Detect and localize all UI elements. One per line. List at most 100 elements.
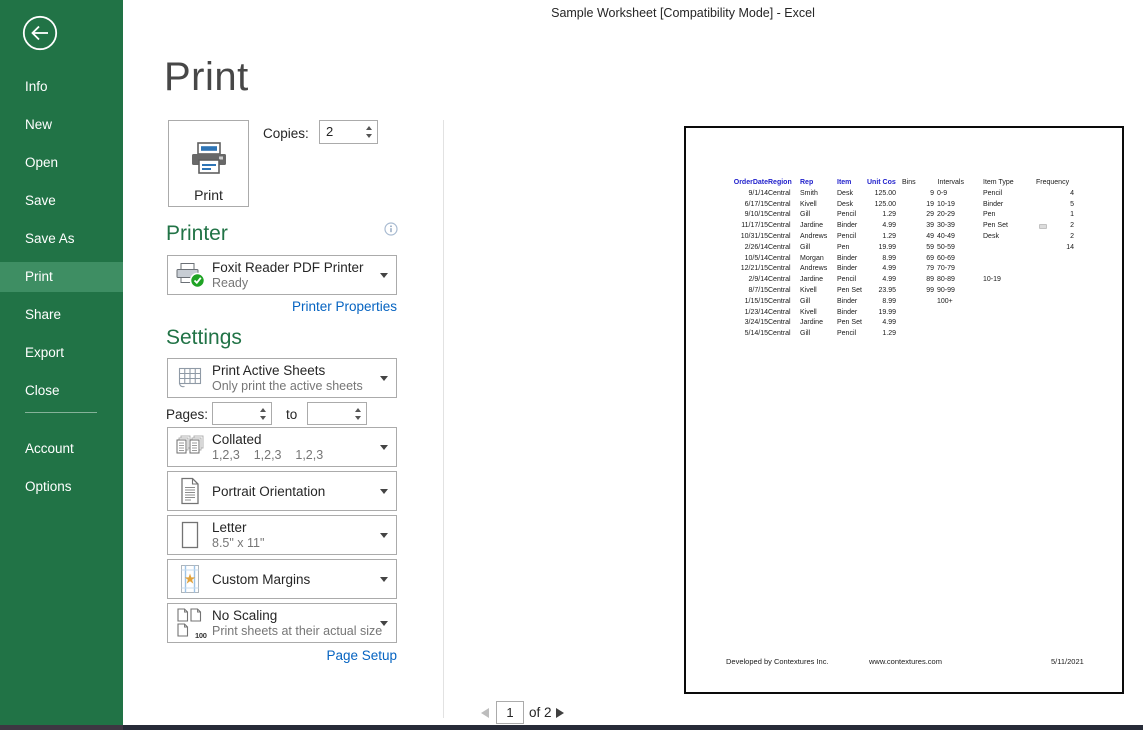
orientation-dropdown[interactable]: Portrait Orientation — [167, 471, 397, 511]
page-count-label: of 2 — [529, 705, 552, 720]
preview-table-cell: 60-69 — [934, 254, 983, 265]
pages-from-spinner[interactable] — [212, 402, 272, 425]
sidebar-item-export[interactable]: Export — [0, 338, 123, 368]
sidebar-item-save-as[interactable]: Save As — [0, 224, 123, 254]
sidebar-item-print[interactable]: Print — [0, 262, 123, 292]
preview-table-cell: 69 — [896, 254, 934, 265]
preview-table-cell: Kivell — [800, 200, 837, 211]
preview-table-cell: 2 — [1035, 232, 1075, 243]
preview-table-header: Item Type — [983, 178, 1035, 189]
printer-dropdown[interactable]: Foxit Reader PDF Printer Ready — [167, 255, 397, 295]
preview-table-cell: Central — [768, 189, 800, 200]
next-page-icon[interactable] — [556, 708, 564, 718]
pages-to-spinner[interactable] — [307, 402, 367, 425]
preview-table-cell: Desk — [983, 232, 1035, 243]
preview-table-cell: 79 — [896, 264, 934, 275]
paper-size-dropdown[interactable]: Letter 8.5" x 11" — [167, 515, 397, 555]
preview-table-cell — [1035, 297, 1075, 308]
no-scaling-icon: 100 — [168, 607, 212, 639]
preview-table-cell: Jardine — [800, 221, 837, 232]
page-number-input[interactable]: 1 — [496, 701, 524, 724]
page-setup-link[interactable]: Page Setup — [167, 648, 397, 663]
spinner-down-icon[interactable] — [260, 416, 266, 420]
preview-table-cell: Central — [768, 318, 800, 329]
sidebar-item-info[interactable]: Info — [0, 72, 123, 102]
printer-status: Ready — [212, 276, 376, 290]
preview-table-cell: Central — [768, 264, 800, 275]
previous-page-icon[interactable] — [481, 708, 489, 718]
spinner-up-icon[interactable] — [260, 408, 266, 412]
preview-table-cell: 49 — [896, 232, 934, 243]
back-button[interactable] — [21, 14, 59, 52]
collation-dropdown[interactable]: Collated 1,2,3 1,2,3 1,2,3 — [167, 427, 397, 467]
print-button[interactable]: Print — [168, 120, 249, 207]
scaling-label: No Scaling — [212, 608, 376, 623]
preview-table-cell: 90-99 — [934, 286, 983, 297]
preview-table-cell: Andrews — [800, 232, 837, 243]
printer-heading: Printer — [166, 222, 228, 246]
pages-from-arrows[interactable] — [255, 403, 271, 424]
letter-page-icon — [168, 520, 212, 550]
spinner-up-icon[interactable] — [355, 408, 361, 412]
preview-table-cell — [934, 318, 983, 329]
preview-table-cell: 1 — [1035, 210, 1075, 221]
preview-table-cell — [1035, 308, 1075, 319]
margins-dropdown[interactable]: Custom Margins — [167, 559, 397, 599]
sidebar-item-save[interactable]: Save — [0, 186, 123, 216]
spinner-down-icon[interactable] — [355, 416, 361, 420]
preview-table: OrderDateRegionRepItemUnit CostBinsInter… — [724, 178, 1075, 340]
scaling-dropdown[interactable]: 100 No Scaling Print sheets at their act… — [167, 603, 397, 643]
preview-table-header: Intervals — [934, 178, 983, 189]
preview-table-cell: 30-39 — [934, 221, 983, 232]
sidebar-item-new[interactable]: New — [0, 110, 123, 140]
preview-table-cell: Andrews — [800, 264, 837, 275]
sidebar-item-account[interactable]: Account — [0, 434, 123, 464]
preview-table-cell — [1035, 254, 1075, 265]
preview-table-cell: 0-9 — [934, 189, 983, 200]
preview-table-cell: Binder — [837, 308, 867, 319]
spinner-down-icon[interactable] — [366, 134, 372, 138]
collation-label: Collated — [212, 432, 376, 447]
preview-table-cell: Gill — [800, 297, 837, 308]
printer-icon — [169, 140, 248, 181]
preview-table-cell: Central — [768, 200, 800, 211]
sidebar-item-open[interactable]: Open — [0, 148, 123, 178]
preview-table-cell: Pencil — [983, 189, 1035, 200]
preview-table-header: OrderDate — [724, 178, 768, 189]
preview-table-header: Frequency — [1035, 178, 1075, 189]
sidebar-item-options[interactable]: Options — [0, 472, 123, 502]
preview-table-cell — [983, 264, 1035, 275]
sidebar-item-close[interactable]: Close — [0, 376, 123, 406]
preview-table-cell: 19.99 — [867, 243, 896, 254]
preview-table-cell: Gill — [800, 210, 837, 221]
spinner-up-icon[interactable] — [366, 126, 372, 130]
pages-from-value[interactable] — [213, 403, 255, 424]
pages-to-arrows[interactable] — [350, 403, 366, 424]
paper-size-label: Letter — [212, 520, 376, 535]
preview-table-row: 11/17/15CentralJardineBinder4.993930-39P… — [724, 221, 1075, 232]
sidebar-item-share[interactable]: Share — [0, 300, 123, 330]
preview-table-cell: Desk — [837, 189, 867, 200]
preview-table-cell — [896, 308, 934, 319]
preview-table-cell: 1.29 — [867, 232, 896, 243]
printer-properties-link[interactable]: Printer Properties — [167, 299, 397, 314]
printer-info-icon[interactable] — [384, 222, 398, 236]
preview-table-cell — [983, 286, 1035, 297]
print-what-dropdown[interactable]: Print Active Sheets Only print the activ… — [167, 358, 397, 398]
preview-table-cell: 39 — [896, 221, 934, 232]
preview-table-cell: 9/10/15 — [724, 210, 768, 221]
preview-table-cell: 9 — [896, 189, 934, 200]
preview-table-cell — [896, 297, 934, 308]
copies-spinner[interactable]: 2 — [319, 120, 378, 144]
copies-value[interactable]: 2 — [320, 121, 361, 143]
pages-to-value[interactable] — [308, 403, 350, 424]
preview-table-cell: Kivell — [800, 286, 837, 297]
preview-table-cell: Pencil — [837, 329, 867, 340]
copies-spinner-arrows[interactable] — [361, 121, 377, 143]
pages-label: Pages: — [166, 407, 208, 422]
preview-table-cell: 11/17/15 — [724, 221, 768, 232]
preview-table-row: 2/9/14CentralJardinePencil4.998980-8910-… — [724, 275, 1075, 286]
preview-table-cell: 1.29 — [867, 210, 896, 221]
back-arrow-icon — [21, 14, 59, 52]
preview-table-row: 8/7/15CentralKivellPen Set23.959990-99 — [724, 286, 1075, 297]
